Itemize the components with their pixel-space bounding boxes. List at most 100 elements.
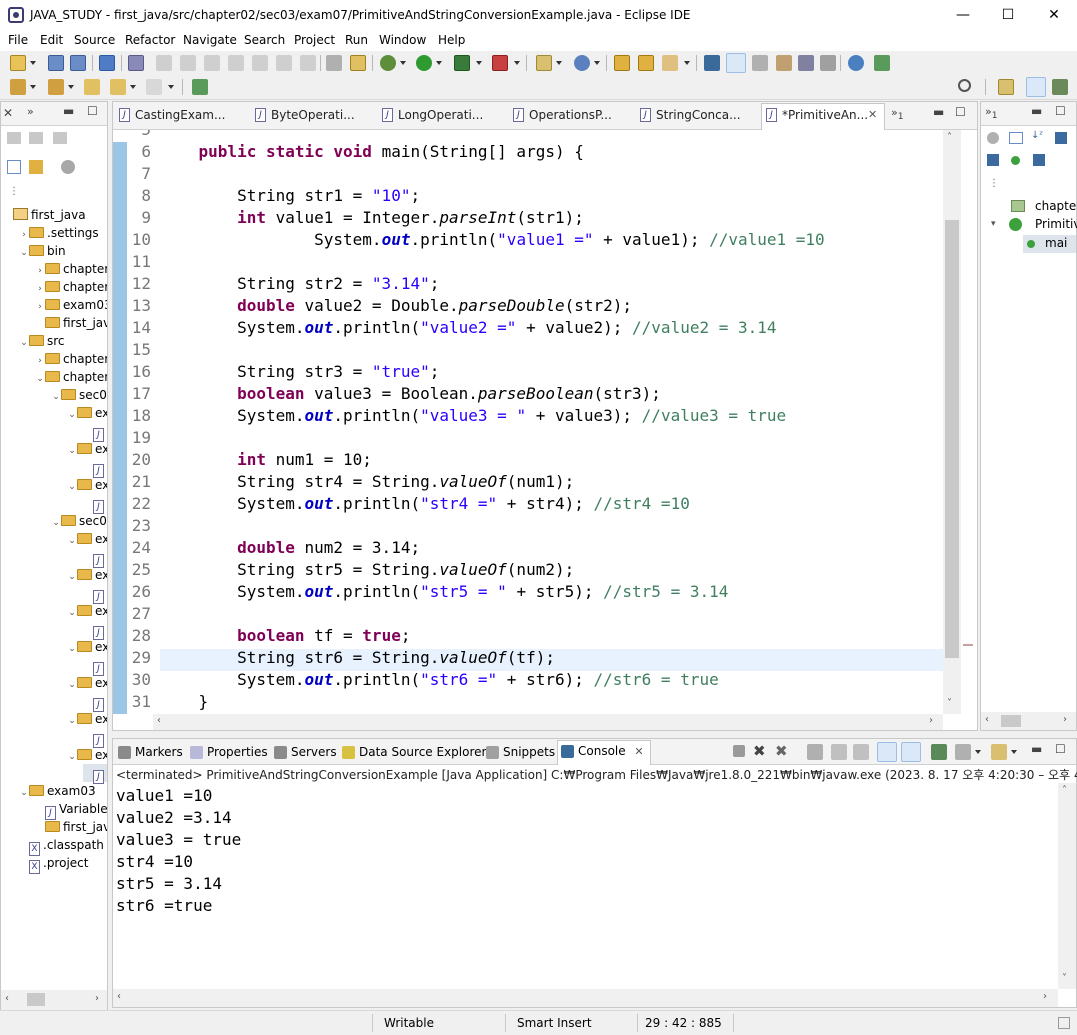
- tree-item[interactable]: ⌄ exam: [67, 602, 107, 620]
- step-into-icon[interactable]: [252, 55, 268, 71]
- suspend-icon[interactable]: [180, 55, 196, 71]
- scroll-up-icon[interactable]: ˄: [947, 132, 952, 143]
- editor-tab-byte[interactable]: J ByteOperati...: [251, 104, 367, 128]
- tree-item[interactable]: JC: [83, 584, 107, 604]
- forward-dropdown-icon[interactable]: [168, 85, 174, 89]
- step-return-icon[interactable]: [300, 55, 316, 71]
- display-console-dropdown-icon[interactable]: [975, 750, 981, 754]
- collapse-arrow-icon[interactable]: ⌄: [51, 514, 61, 532]
- forward-icon[interactable]: [146, 79, 162, 95]
- code-line[interactable]: public static void main(String[] args) {: [160, 142, 584, 161]
- scroll-left-icon[interactable]: ‹: [985, 714, 989, 725]
- tree-item[interactable]: ⌄ bin: [19, 242, 65, 260]
- maximize-view-icon[interactable]: ☐: [1055, 742, 1066, 756]
- pin-editor-icon[interactable]: [874, 55, 890, 71]
- minimize-view-icon[interactable]: ▬: [1031, 742, 1042, 756]
- link-with-editor-icon[interactable]: [29, 160, 43, 174]
- minimize-view-icon[interactable]: ▬: [1031, 104, 1042, 118]
- pin-icon[interactable]: [192, 79, 208, 95]
- collapse-arrow-icon[interactable]: ⌄: [67, 676, 77, 694]
- scrollbar-thumb[interactable]: [1001, 715, 1021, 727]
- code-line[interactable]: boolean tf = true;: [160, 626, 410, 645]
- code-line[interactable]: }: [160, 692, 209, 711]
- tree-item[interactable]: ⌄ exam: [67, 476, 107, 496]
- resize-grip-icon[interactable]: [1058, 1017, 1070, 1029]
- collapse-arrow-icon[interactable]: ⌄: [67, 406, 77, 424]
- code-line[interactable]: System.out.println("str4 =" + str4); //s…: [160, 494, 690, 513]
- editor-tab-string-concat[interactable]: J StringConca...: [636, 104, 752, 128]
- close-tab-icon[interactable]: ✕: [634, 742, 643, 762]
- scroll-right-icon[interactable]: ›: [929, 715, 933, 726]
- menu-edit[interactable]: Edit: [40, 33, 63, 47]
- debug-perspective-icon[interactable]: [1052, 79, 1068, 95]
- terminate-icon[interactable]: [204, 55, 220, 71]
- menu-navigate[interactable]: Navigate: [183, 33, 237, 47]
- tree-item[interactable]: JP: [83, 764, 107, 784]
- tree-item[interactable]: first_java: [35, 818, 107, 836]
- hide-static-icon[interactable]: [1055, 132, 1067, 144]
- code-line[interactable]: int num1 = 10;: [160, 450, 372, 469]
- tree-item[interactable]: JB: [83, 620, 107, 640]
- tab-markers[interactable]: Markers: [115, 742, 183, 762]
- scroll-left-icon[interactable]: ‹: [5, 993, 9, 1004]
- tree-item[interactable]: ⌄ exam: [67, 566, 107, 584]
- maximize-button[interactable]: ☐: [985, 0, 1031, 31]
- new-class-icon[interactable]: [574, 55, 590, 71]
- disconnect-icon[interactable]: [228, 55, 244, 71]
- forward-nav-icon[interactable]: [29, 132, 43, 144]
- tree-item[interactable]: ⌄ exam: [67, 746, 107, 764]
- outline-class[interactable]: Primitiv: [1035, 217, 1077, 231]
- more-icon[interactable]: ⋮: [989, 178, 999, 189]
- run-icon[interactable]: [416, 55, 432, 71]
- next-annotation-dropdown-icon[interactable]: [30, 85, 36, 89]
- scroll-right-icon[interactable]: ›: [95, 993, 99, 1004]
- view-overflow-icon[interactable]: »: [27, 105, 34, 118]
- drop-to-frame-icon[interactable]: [350, 55, 366, 71]
- tree-item[interactable]: ⌄ exam: [67, 440, 107, 458]
- show-on-error-icon[interactable]: [901, 742, 921, 762]
- console-output[interactable]: value1 =10 value2 =3.14 value3 = true st…: [116, 785, 241, 917]
- outline-horizontal-scrollbar[interactable]: ‹ ›: [981, 712, 1076, 730]
- menu-window[interactable]: Window: [379, 33, 426, 47]
- code-line[interactable]: String str4 = String.valueOf(num1);: [160, 472, 574, 491]
- outline-method-row[interactable]: mai: [1023, 235, 1076, 253]
- scroll-right-icon[interactable]: ›: [1043, 991, 1047, 1002]
- scroll-up-icon[interactable]: ˄: [1062, 785, 1067, 796]
- tree-item[interactable]: JC: [83, 692, 107, 712]
- toggle-block-selection-icon[interactable]: [752, 55, 768, 71]
- display-console-icon[interactable]: [955, 744, 971, 760]
- tree-item[interactable]: ›chapter02: [35, 278, 107, 296]
- toggle-highlight-icon[interactable]: [726, 53, 746, 73]
- close-view-icon[interactable]: ✕: [3, 106, 13, 120]
- java-perspective-icon[interactable]: [1026, 77, 1046, 97]
- menu-file[interactable]: File: [8, 33, 28, 47]
- word-wrap-icon[interactable]: [798, 55, 814, 71]
- new-icon[interactable]: [10, 55, 26, 71]
- remove-all-launches-icon[interactable]: ✖: [775, 742, 788, 760]
- editor-tab-operations[interactable]: J OperationsP...: [509, 104, 625, 128]
- console-vertical-scrollbar[interactable]: ˄ ˅: [1058, 783, 1076, 989]
- scroll-lock-icon[interactable]: [831, 744, 847, 760]
- code-line[interactable]: String str6 = String.valueOf(tf);: [160, 648, 555, 667]
- expand-arrow-icon[interactable]: ▾: [991, 219, 996, 229]
- external-tools-dropdown-icon[interactable]: [514, 61, 520, 65]
- maximize-view-icon[interactable]: ☐: [1055, 104, 1066, 118]
- menu-source[interactable]: Source: [74, 33, 115, 47]
- new-java-project-dropdown-icon[interactable]: [556, 61, 562, 65]
- overview-ruler[interactable]: [961, 130, 977, 714]
- collapse-arrow-icon[interactable]: ⌄: [51, 388, 61, 406]
- terminate-console-icon[interactable]: [733, 745, 745, 757]
- view-overflow-icon[interactable]: »1: [985, 105, 998, 121]
- tree-item[interactable]: ›chapter01: [35, 260, 107, 278]
- tree-item[interactable]: ⌄ exam: [67, 674, 107, 694]
- collapse-arrow-icon[interactable]: ⌄: [67, 712, 77, 730]
- menu-help[interactable]: Help: [438, 33, 465, 47]
- save-all-icon[interactable]: [70, 55, 86, 71]
- tree-item[interactable]: JV: [83, 458, 107, 478]
- vertical-scrollbar[interactable]: ˄ ˅: [943, 130, 961, 714]
- collapse-arrow-icon[interactable]: ⌄: [67, 478, 77, 496]
- word-wrap-console-icon[interactable]: [853, 744, 869, 760]
- tree-item[interactable]: X .classpath: [19, 836, 104, 856]
- code-line[interactable]: System.out.println("value1 =" + value1);…: [160, 230, 825, 249]
- search-tool-icon[interactable]: [662, 55, 678, 71]
